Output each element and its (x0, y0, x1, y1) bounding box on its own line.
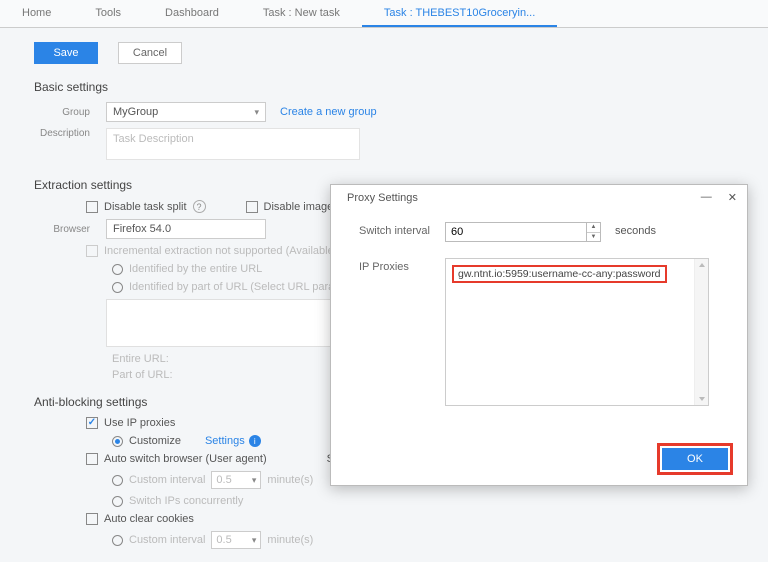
basic-settings-heading: Basic settings (34, 80, 734, 94)
ip-proxies-textarea[interactable]: gw.ntnt.io:5959:username-cc-any:password (445, 258, 709, 406)
customize-radio[interactable] (112, 436, 123, 447)
minutes-label: minute(s) (267, 474, 313, 486)
incremental-checkbox (86, 245, 98, 257)
tab-tools[interactable]: Tools (73, 0, 143, 27)
switch-interval-label: Switch interval (359, 222, 445, 237)
use-ip-proxies-checkbox[interactable] (86, 417, 98, 429)
group-value: MyGroup (113, 106, 158, 118)
disable-image-loading-checkbox[interactable] (246, 201, 258, 213)
tab-dashboard[interactable]: Dashboard (143, 0, 241, 27)
browser-value: Firefox 54.0 (113, 223, 171, 235)
proxy-settings-dialog: Proxy Settings — ✕ Switch interval ▲▼ se… (330, 184, 748, 486)
chevron-down-icon: ▾ (254, 107, 259, 118)
close-icon[interactable]: ✕ (728, 191, 737, 204)
save-button[interactable]: Save (34, 42, 98, 64)
description-label: Description (34, 128, 90, 139)
interval-select[interactable]: 0.5 ▾ (211, 471, 261, 489)
cookies-interval-value: 0.5 (216, 534, 231, 546)
minimize-icon[interactable]: — (701, 191, 712, 204)
interval-value: 0.5 (216, 474, 231, 486)
cookies-minutes-label: minute(s) (267, 534, 313, 546)
group-label: Group (34, 107, 90, 118)
tab-home[interactable]: Home (0, 0, 73, 27)
interval-spinner[interactable]: ▲▼ (587, 222, 601, 242)
description-input[interactable]: Task Description (106, 128, 360, 160)
nav-tabs: Home Tools Dashboard Task : New task Tas… (0, 0, 768, 28)
identified-part-radio (112, 282, 123, 293)
use-ip-proxies-label: Use IP proxies (104, 417, 175, 429)
identified-entire-radio (112, 264, 123, 275)
create-group-link[interactable]: Create a new group (280, 106, 377, 118)
chevron-down-icon: ▾ (252, 475, 257, 486)
custom-interval-radio (112, 475, 123, 486)
ok-highlight: OK (657, 443, 733, 475)
scrollbar[interactable] (694, 259, 708, 405)
switch-concurrent-radio (112, 496, 123, 507)
group-select[interactable]: MyGroup ▾ (106, 102, 266, 122)
url-params-box (106, 299, 366, 347)
browser-select[interactable]: Firefox 54.0 (106, 219, 266, 239)
dialog-title: Proxy Settings (347, 192, 418, 204)
auto-switch-browser-checkbox[interactable] (86, 453, 98, 465)
auto-clear-cookies-checkbox[interactable] (86, 513, 98, 525)
proxy-line: gw.ntnt.io:5959:username-cc-any:password (452, 265, 667, 283)
tab-new-task[interactable]: Task : New task (241, 0, 362, 27)
disable-task-split-label: Disable task split (104, 201, 187, 213)
disable-task-split-checkbox[interactable] (86, 201, 98, 213)
switch-interval-input[interactable] (445, 222, 587, 242)
identified-entire-label: Identified by the entire URL (129, 263, 262, 275)
cancel-button[interactable]: Cancel (118, 42, 182, 64)
cookies-interval-select[interactable]: 0.5 ▾ (211, 531, 261, 549)
auto-switch-browser-label: Auto switch browser (User agent) (104, 453, 267, 465)
auto-clear-cookies-label: Auto clear cookies (104, 513, 194, 525)
info-icon[interactable]: i (249, 435, 261, 447)
custom-interval-label: Custom interval (129, 474, 205, 486)
tab-active-task[interactable]: Task : THEBEST10Groceryin... (362, 0, 557, 27)
browser-label: Browser (34, 224, 90, 235)
cookies-interval-radio (112, 535, 123, 546)
switch-concurrent-label: Switch IPs concurrently (129, 495, 243, 507)
seconds-label: seconds (615, 222, 656, 237)
help-icon[interactable]: ? (193, 200, 206, 213)
chevron-down-icon: ▾ (252, 535, 257, 546)
proxy-settings-link[interactable]: Settings (205, 435, 245, 447)
action-row: Save Cancel (0, 28, 768, 74)
customize-label: Customize (129, 435, 181, 447)
cookies-interval-label: Custom interval (129, 534, 205, 546)
ok-button[interactable]: OK (662, 448, 728, 470)
ip-proxies-label: IP Proxies (359, 258, 445, 273)
